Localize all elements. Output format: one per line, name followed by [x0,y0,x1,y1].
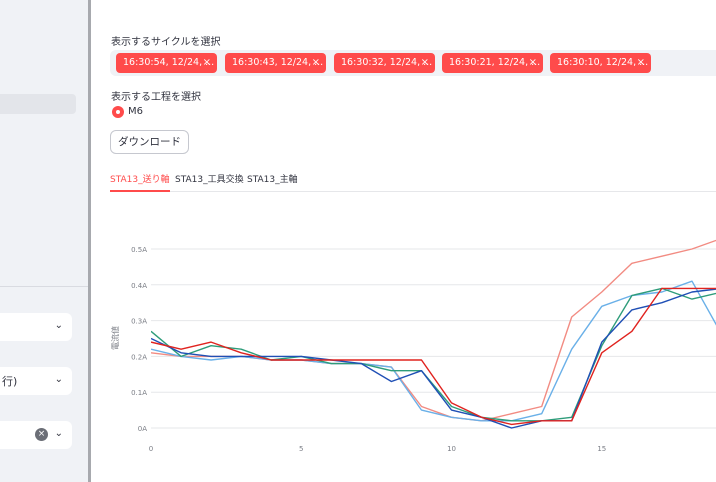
cycle-select-label: 表示するサイクルを選択 [111,37,221,48]
cycle-chip[interactable]: 16:30:21, 12/24, ... × [442,53,543,73]
cycle-chip[interactable]: 16:30:32, 12/24, ... × [334,53,435,73]
series-line-2 [151,280,716,422]
x-tick-label: 0 [149,445,153,453]
sidebar-select-1[interactable]: ⌄ [0,313,72,341]
sidebar-select-3[interactable]: × ⌄ [0,421,72,449]
y-tick-label: 0.3A [131,318,147,326]
cycle-chip[interactable]: 16:30:10, 12/24, ... × [550,53,651,73]
sidebar-select-2-value: 行) [2,375,18,388]
sidebar-active-item[interactable] [0,94,76,114]
process-select-label: 表示する工程を選択 [111,92,201,103]
process-radio-m6[interactable] [112,106,124,118]
process-radio-label: M6 [128,106,143,117]
sidebar-divider [0,286,88,287]
cycle-chip-label: 16:30:54, 12/24, ... [123,57,215,68]
close-icon[interactable]: × [421,53,429,73]
chevron-down-icon: ⌄ [54,374,63,385]
close-icon[interactable]: × [203,53,211,73]
chevron-down-icon: ⌄ [54,428,63,439]
tab-sta13-feed-axis[interactable]: STA13_送り軸 [110,172,170,192]
tab-sta13-spindle[interactable]: STA13_主軸 [247,172,298,192]
close-icon[interactable]: × [637,53,645,73]
tab-sta13-tool-change[interactable]: STA13_工具交換 [175,172,244,192]
chevron-down-icon: ⌄ [54,320,63,331]
cycle-multiselect[interactable]: 16:30:54, 12/24, ... × 16:30:43, 12/24, .… [110,50,716,76]
cycle-chip-label: 16:30:32, 12/24, ... [341,57,433,68]
sidebar-scrollbar[interactable] [88,0,91,482]
sidebar-select-2[interactable]: 行) ⌄ [0,367,72,395]
cycle-chip[interactable]: 16:30:43, 12/24, ... × [225,53,326,73]
series-line-1 [151,239,716,422]
y-tick-label: 0.4A [131,282,147,290]
x-tick-label: 5 [299,445,303,453]
download-button[interactable]: ダウンロード [110,130,189,154]
close-icon[interactable]: × [529,53,537,73]
close-icon[interactable]: × [312,53,320,73]
cycle-chip[interactable]: 16:30:54, 12/24, ... × [116,53,217,73]
sidebar: ⌄ 行) ⌄ × ⌄ [0,0,88,482]
cycle-chip-label: 16:30:10, 12/24, ... [557,57,649,68]
x-tick-label: 15 [597,445,606,453]
series-line-5 [151,287,716,426]
y-tick-label: 0.2A [131,353,147,361]
y-tick-label: 0.5A [131,246,147,254]
cycle-chip-label: 16:30:21, 12/24, ... [449,57,541,68]
y-axis-label: 電流値 [110,326,120,350]
y-tick-label: 0.1A [131,389,147,397]
series-line-4 [151,288,716,429]
clear-icon[interactable]: × [35,428,48,441]
tab-bar: STA13_送り軸 STA13_工具交換 STA13_主軸 [110,170,716,192]
series-line-3 [151,287,716,422]
y-tick-label: 0A [138,425,147,433]
x-tick-label: 10 [447,445,456,453]
cycle-chip-label: 16:30:43, 12/24, ... [232,57,324,68]
